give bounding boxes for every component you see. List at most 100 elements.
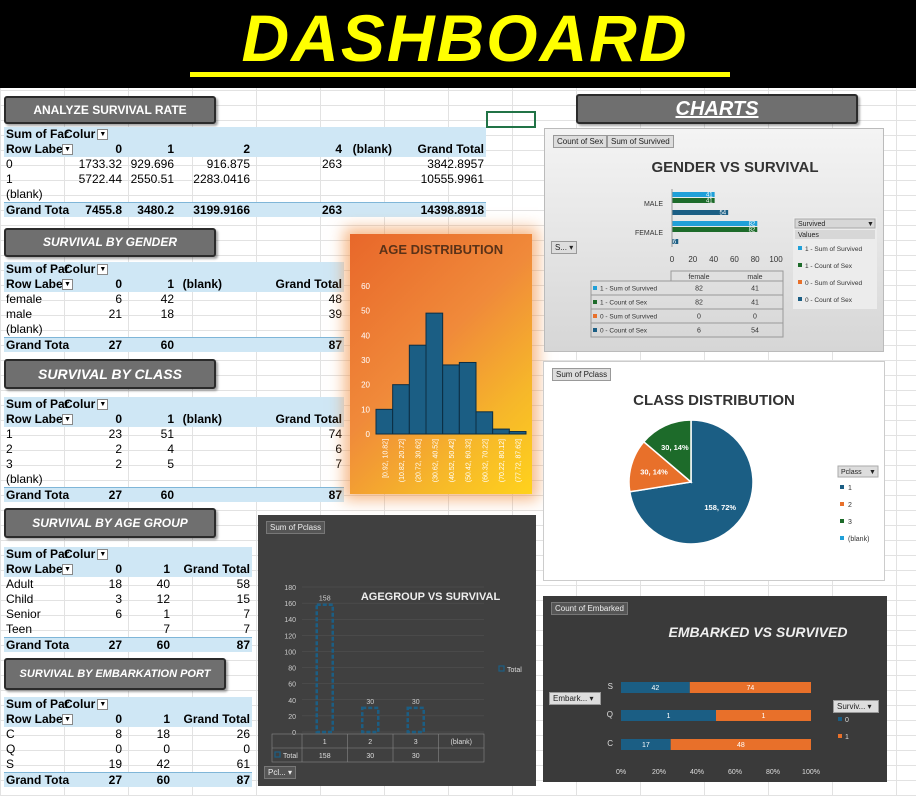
pivot-total-cell: Grand Tota bbox=[6, 203, 70, 217]
gender-vs-survival-plot: MALE414154FEMALE828260 20 40 60 80 100female m… bbox=[590, 189, 877, 338]
data-table-legend-key bbox=[274, 751, 281, 758]
legend-key bbox=[798, 263, 802, 267]
pivot-column-header: Grand Total bbox=[183, 712, 250, 726]
pivot-embark: Sum of Par Colur ▼ Row Labe ▼ 0 1 Grand Total C 8… bbox=[4, 697, 252, 789]
bar-value-label: 17 bbox=[642, 742, 650, 749]
pivot-header-row: Sum of Par Colur ▼ bbox=[4, 547, 252, 562]
pivot-total-cell: 87 bbox=[328, 488, 342, 502]
pivot-row: 2 2 4 6 bbox=[4, 442, 344, 457]
selected-cell[interactable] bbox=[486, 111, 536, 128]
pivot-column-header: 0 bbox=[115, 142, 122, 156]
pivot-cell: 74 bbox=[328, 427, 342, 441]
pivot-cell: 3 bbox=[6, 457, 13, 471]
y-tick-label: 10 bbox=[361, 405, 370, 414]
column-filter-dropdown-icon[interactable]: ▼ bbox=[97, 699, 109, 711]
pivot-cell: female bbox=[6, 292, 43, 306]
table-legend-key bbox=[593, 300, 597, 304]
column-filter-dropdown-icon[interactable]: ▼ bbox=[97, 264, 109, 276]
section-age-group[interactable]: SURVIVAL BY AGE GROUP bbox=[4, 508, 216, 538]
section-embark[interactable]: SURVIVAL BY EMBARKATION PORT bbox=[4, 658, 226, 690]
pivot-values-label: Sum of Par bbox=[6, 547, 70, 561]
legend-entry: 1 bbox=[848, 485, 852, 492]
x-category-label: 1 bbox=[323, 739, 327, 746]
pivot-row: (blank) bbox=[4, 322, 344, 337]
pivot-column-labels[interactable]: Colur ▼ bbox=[64, 127, 109, 142]
pivot-cell: 7 bbox=[163, 622, 170, 636]
section-charts[interactable]: CHARTS bbox=[576, 94, 858, 124]
x-bin-label: (40.52, 50.42] bbox=[449, 439, 456, 482]
pivot-cell: 39 bbox=[328, 307, 342, 321]
pivot-column-header: Row Labe bbox=[6, 712, 63, 726]
section-class[interactable]: SURVIVAL BY CLASS bbox=[4, 359, 216, 389]
pivot-row: female 6 42 48 bbox=[4, 292, 344, 307]
pivot-cell: 8 bbox=[115, 727, 122, 741]
pivot-column-header: Grand Total bbox=[183, 562, 250, 576]
pivot-column-header: Row Labe bbox=[6, 277, 63, 291]
pivot-cell: 23 bbox=[108, 427, 122, 441]
column-filter-dropdown-icon[interactable]: ▼ bbox=[97, 129, 109, 141]
embarked-vs-survived-chart[interactable]: Count of Embarked EMBARKED VS SURVIVED E… bbox=[543, 596, 887, 782]
y-tick-label: 80 bbox=[288, 666, 296, 673]
pivot-column-header: 4 bbox=[335, 142, 342, 156]
pivot-cell: 18 bbox=[160, 307, 174, 321]
pivot-cell: 6 bbox=[335, 442, 342, 456]
pivot-column-header: 1 bbox=[163, 712, 170, 726]
legend-entry: 3 bbox=[848, 519, 852, 526]
section-survival-rate[interactable]: ANALYZE SURVIVAL RATE bbox=[4, 96, 216, 124]
bar-value-label: 30 bbox=[366, 699, 374, 706]
histogram-bar bbox=[492, 428, 510, 435]
agegroup-bar bbox=[406, 706, 425, 734]
pivot-cell: 2 bbox=[6, 442, 13, 456]
pivot-header-row: Sum of Far Colur ▼ bbox=[4, 127, 486, 142]
pivot-total-cell: Grand Tota bbox=[6, 488, 70, 502]
pivot-cell: 18 bbox=[108, 577, 122, 591]
age-distribution-chart[interactable]: AGE DISTRIBUTION 0 10 20 30 40 50 60 [0.92, 10.… bbox=[350, 234, 532, 494]
pivot-values-label: Sum of Par bbox=[6, 397, 70, 411]
column-filter-dropdown-icon[interactable]: ▼ bbox=[97, 549, 109, 561]
pivot-grand-total-row: Grand Tota 27 60 87 bbox=[4, 637, 252, 652]
pivot-row: Teen 7 7 bbox=[4, 622, 252, 637]
pivot-total-cell: 60 bbox=[156, 638, 170, 652]
y-tick-label: 120 bbox=[284, 633, 296, 640]
pivot-column-labels[interactable]: Colur ▼ bbox=[64, 697, 109, 712]
pivot-column-header: 0 bbox=[115, 712, 122, 726]
class-distribution-chart[interactable]: Sum of Pclass CLASS DISTRIBUTION 158, 72… bbox=[543, 361, 885, 581]
agegroup-bar bbox=[315, 603, 334, 734]
title-underline bbox=[190, 72, 730, 77]
bar-value-label: 42 bbox=[651, 685, 659, 692]
histogram-bar bbox=[392, 384, 410, 435]
histogram-bar bbox=[475, 411, 494, 435]
column-filter-dropdown-icon[interactable]: ▼ bbox=[97, 399, 109, 411]
pivot-cell: 51 bbox=[160, 427, 174, 441]
table-cell: 54 bbox=[751, 328, 759, 335]
histogram-bar bbox=[458, 361, 477, 435]
legend-key bbox=[838, 734, 842, 738]
y-tick-label: 160 bbox=[284, 601, 296, 608]
pivot-column-header: Row Labe bbox=[6, 142, 63, 156]
x-category-label: (blank) bbox=[451, 739, 472, 746]
pivot-column-header: Grand Total bbox=[275, 277, 342, 291]
pivot-cell: (blank) bbox=[6, 187, 43, 201]
bar-value-label: 48 bbox=[737, 742, 745, 749]
pivot-cell: 1 bbox=[163, 607, 170, 621]
embarked-vs-survived-plot: S 42 74 Q 1 1 C 17 48 0% 20% 40% 60% 80% 100% 0 1 bbox=[607, 682, 849, 776]
pivot-cell: 5 bbox=[167, 457, 174, 471]
legend-key bbox=[498, 665, 505, 672]
pivot-column-labels[interactable]: Colur ▼ bbox=[64, 262, 109, 277]
agegroup-vs-survival-chart[interactable]: Sum of Pclass AGEGROUP VS SURVIVAL Pcl..… bbox=[258, 515, 536, 786]
legend-key bbox=[840, 536, 844, 540]
section-gender[interactable]: SURVIVAL BY GENDER bbox=[4, 228, 216, 257]
pivot-column-header: 0 bbox=[115, 277, 122, 291]
pivot-cell: Q bbox=[6, 742, 16, 756]
table-cell: 41 bbox=[751, 286, 759, 293]
pivot-column-labels[interactable]: Colur ▼ bbox=[64, 397, 109, 412]
pivot-cell: 58 bbox=[236, 577, 250, 591]
pivot-column-labels-text: Colur bbox=[64, 127, 96, 141]
pivot-column-header: Row Labe bbox=[6, 562, 63, 576]
x-tick-label: 20% bbox=[652, 769, 666, 776]
gender-vs-survival-chart[interactable]: Count of Sex Sum of Survived GENDER VS S… bbox=[544, 128, 884, 352]
table-legend-key bbox=[593, 286, 597, 290]
pivot-column-header: 0 bbox=[115, 562, 122, 576]
pivot-column-labels[interactable]: Colur ▼ bbox=[64, 547, 109, 562]
bar-value-label: 30 bbox=[412, 699, 420, 706]
